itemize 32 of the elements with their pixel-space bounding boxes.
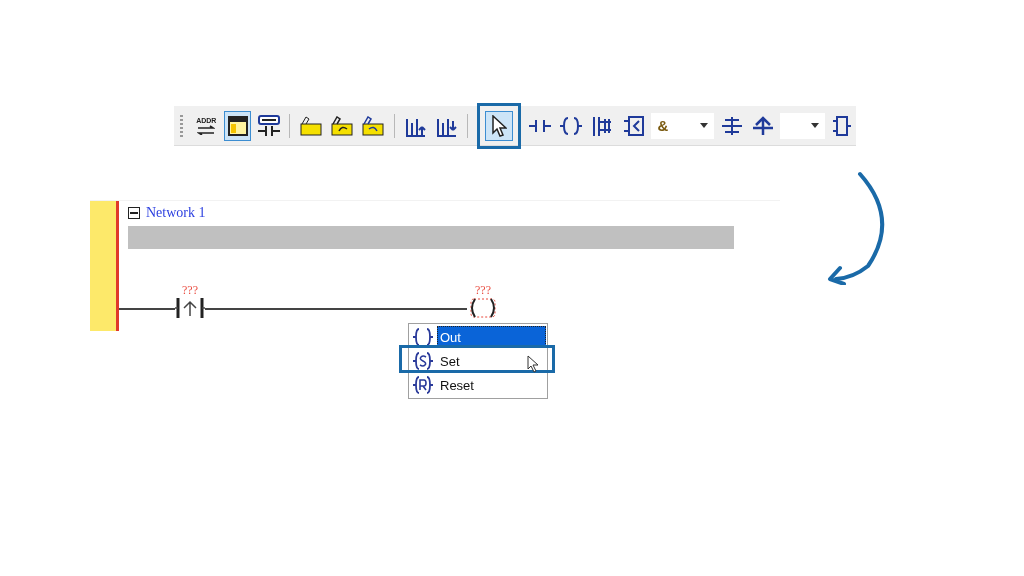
toolbar-button[interactable] — [223, 110, 252, 141]
dropdown-field[interactable] — [780, 112, 825, 139]
dropdown-caret-icon[interactable] — [810, 123, 819, 128]
coil-address: ??? — [475, 283, 491, 297]
coil-icon[interactable] — [467, 297, 499, 319]
bracket-box-icon — [832, 114, 853, 137]
mouse-cursor-icon — [527, 355, 541, 373]
reset-coil-icon — [412, 375, 434, 395]
branch-icon — [591, 114, 614, 137]
contact-icon — [529, 117, 552, 134]
rising-edge-contact-icon[interactable] — [175, 297, 205, 319]
window-icon — [227, 115, 248, 136]
dropdown-field[interactable]: & — [651, 112, 714, 139]
contact-address: ??? — [182, 283, 198, 297]
network-title: Network 1 — [146, 205, 206, 221]
out-coil-icon — [412, 327, 434, 347]
coil-icon — [560, 115, 583, 136]
comment-contact-icon — [256, 114, 281, 137]
folder-undo-icon — [330, 115, 355, 136]
set-coil-icon — [412, 351, 434, 371]
folder-icon — [298, 115, 323, 136]
box-icon — [622, 114, 645, 137]
menu-item[interactable]: Reset — [410, 373, 546, 397]
arrows-icon — [197, 124, 216, 135]
collapse-toggle[interactable] — [128, 207, 140, 219]
minus-icon — [130, 209, 138, 217]
parallel-line-icon — [720, 114, 743, 137]
up-arrow-icon — [751, 114, 774, 137]
pointer-icon — [490, 114, 507, 137]
folder-redo-icon — [361, 115, 386, 136]
dropdown-caret-icon[interactable] — [699, 123, 708, 128]
rung-wire — [119, 308, 175, 310]
